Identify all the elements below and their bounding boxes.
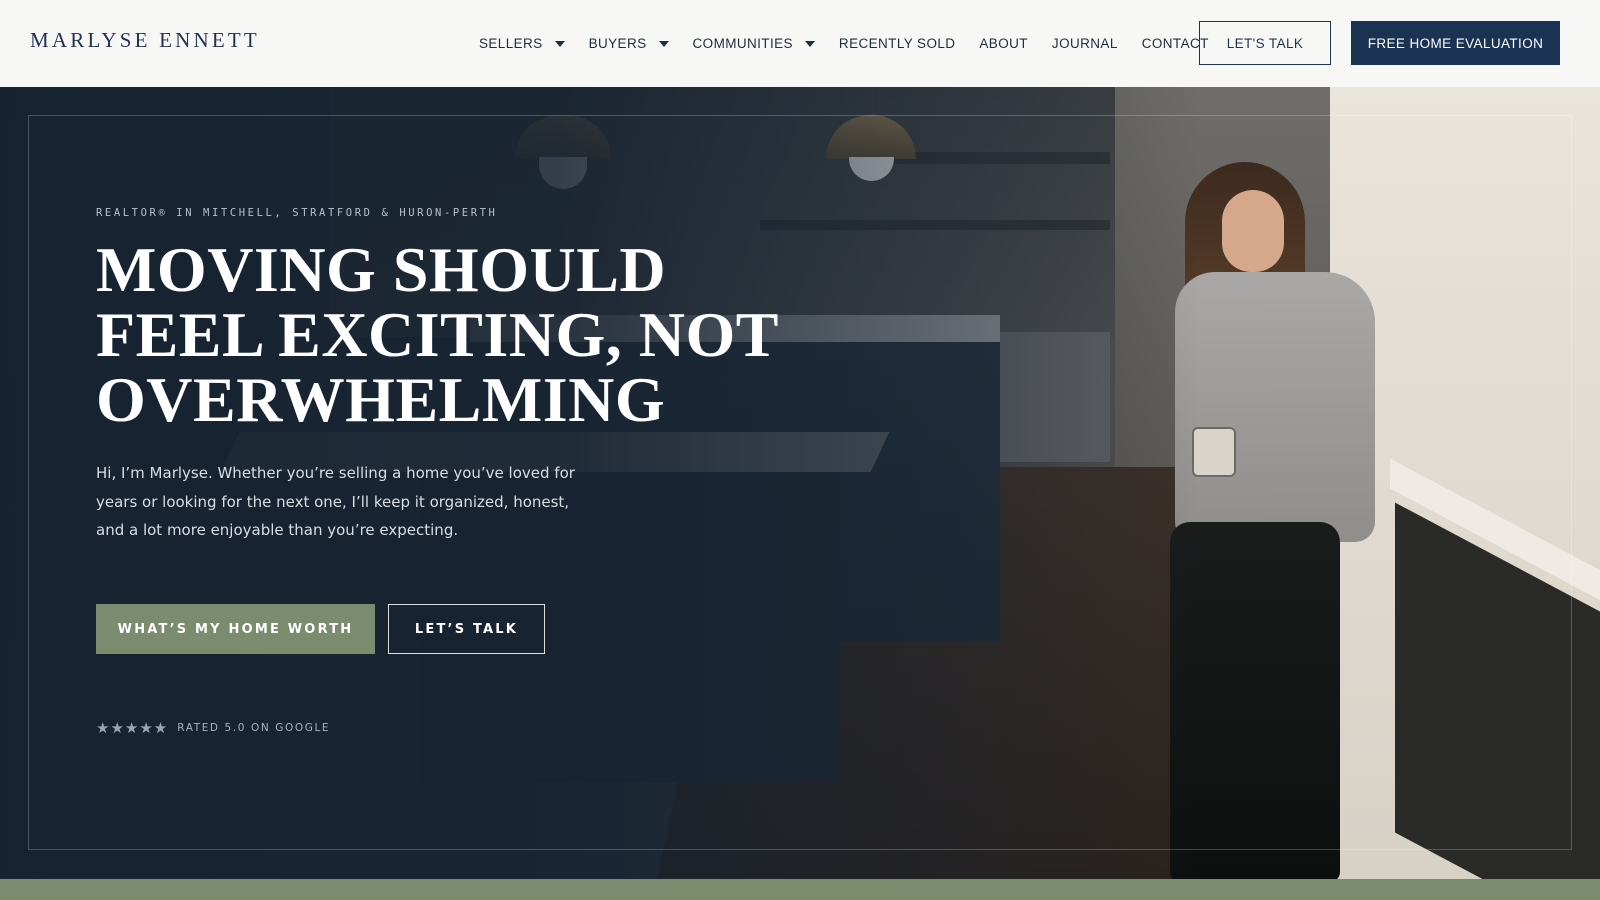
chevron-down-icon bbox=[658, 40, 669, 47]
lets-talk-hero-button[interactable]: LET’S TALK bbox=[388, 604, 545, 654]
nav-item-sellers[interactable]: SELLERS bbox=[479, 36, 565, 51]
hero-headline-line: OVERWHELMING bbox=[96, 364, 666, 435]
star-rating-icon: ★★★★★ bbox=[96, 720, 169, 737]
next-section-band bbox=[0, 879, 1600, 900]
hero-eyebrow: REALTOR® IN MITCHELL, STRATFORD & HURON-… bbox=[96, 207, 498, 219]
chevron-down-icon bbox=[554, 40, 565, 47]
chevron-down-icon bbox=[804, 40, 815, 47]
hero-headline-line: MOVING SHOULD bbox=[96, 234, 667, 305]
hero-headline: MOVING SHOULD FEEL EXCITING, NOT OVERWHE… bbox=[96, 237, 796, 432]
hero-headline-line: FEEL EXCITING, NOT bbox=[96, 299, 779, 370]
nav-item-recently-sold[interactable]: RECENTLY SOLD bbox=[839, 36, 955, 51]
google-rating: ★★★★★ RATED 5.0 ON GOOGLE bbox=[96, 719, 330, 737]
nav-item-label: ABOUT bbox=[979, 36, 1028, 51]
hero-section: REALTOR® IN MITCHELL, STRATFORD & HURON-… bbox=[0, 87, 1600, 879]
nav-item-label: COMMUNITIES bbox=[692, 36, 793, 51]
lets-talk-header-button[interactable]: LET'S TALK bbox=[1199, 21, 1331, 65]
whats-my-home-worth-button[interactable]: WHAT’S MY HOME WORTH bbox=[96, 604, 375, 654]
nav-item-label: SELLERS bbox=[479, 36, 543, 51]
nav-item-journal[interactable]: JOURNAL bbox=[1052, 36, 1118, 51]
site-logo[interactable]: MARLYSE ENNETT bbox=[30, 28, 260, 53]
nav-item-communities[interactable]: COMMUNITIES bbox=[693, 36, 815, 51]
nav-item-about[interactable]: ABOUT bbox=[979, 36, 1028, 51]
free-home-evaluation-button[interactable]: FREE HOME EVALUATION bbox=[1351, 21, 1560, 65]
site-header: MARLYSE ENNETT SELLERS BUYERS COMMUNITIE… bbox=[0, 0, 1600, 87]
nav-item-label: BUYERS bbox=[588, 36, 647, 51]
nav-item-buyers[interactable]: BUYERS bbox=[589, 36, 669, 51]
hero-intro-text: Hi, I’m Marlyse. Whether you’re selling … bbox=[96, 464, 575, 539]
rating-text: RATED 5.0 ON GOOGLE bbox=[177, 722, 331, 734]
nav-item-label: JOURNAL bbox=[1051, 36, 1118, 51]
nav-item-label: RECENTLY SOLD bbox=[838, 36, 956, 51]
main-nav: SELLERS BUYERS COMMUNITIES RECENTLY SOLD… bbox=[479, 0, 1233, 87]
